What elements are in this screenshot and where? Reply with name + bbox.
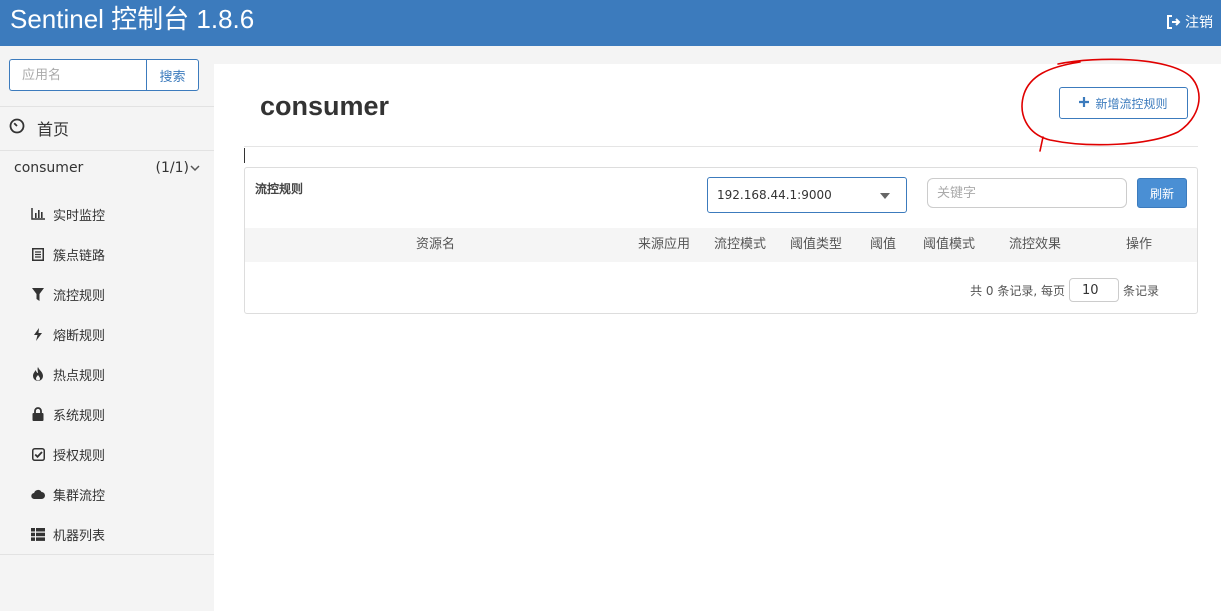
sidebar-item-cluster-flow[interactable]: 集群流控: [31, 484, 105, 504]
panel-title: 流控规则: [255, 182, 304, 196]
sidebar-item-label: 机器列表: [53, 528, 106, 544]
sidebar-divider: [0, 106, 214, 107]
fire-icon: [31, 367, 45, 381]
app-machine-count: (1/1): [155, 160, 189, 176]
chevron-down-icon: [190, 160, 200, 176]
plus-icon: [1079, 96, 1090, 110]
refresh-button[interactable]: 刷新: [1137, 178, 1187, 208]
sidebar-item-hotspot-rules[interactable]: 热点规则: [31, 364, 105, 384]
app-name: consumer: [14, 160, 84, 176]
logout-label: 注销: [1185, 15, 1213, 31]
home-label: 首页: [37, 120, 70, 139]
page-size-input[interactable]: [1068, 278, 1119, 302]
column-header[interactable]: 阈值类型: [790, 228, 842, 262]
sidebar-item-machine-list[interactable]: 机器列表: [31, 524, 105, 544]
sidebar-item-home[interactable]: 首页: [9, 116, 69, 140]
text-cursor: [244, 148, 245, 163]
pagination: 共 0 条记录, 每页 条记录: [970, 278, 1159, 302]
keyword-search-input[interactable]: [927, 178, 1127, 208]
column-header[interactable]: 来源应用: [638, 228, 690, 262]
flash-icon: [31, 327, 45, 341]
search-button[interactable]: 搜索: [146, 59, 199, 91]
sidebar-item-label: 热点规则: [53, 368, 106, 384]
column-header[interactable]: 阈值模式: [923, 228, 975, 262]
sidebar-item-label: 熔断规则: [53, 328, 106, 344]
title-divider: [244, 146, 1198, 147]
app-search: 搜索: [9, 59, 199, 91]
th-list-icon: [31, 527, 45, 541]
page-title: consumer: [260, 91, 390, 121]
app-search-input[interactable]: [9, 59, 146, 91]
check-square-icon: [31, 447, 45, 461]
sidebar-app-consumer[interactable]: consumer (1/1): [14, 160, 200, 176]
top-navbar: Sentinel 控制台 1.8.6 注销: [0, 0, 1221, 46]
sidebar-item-label: 授权规则: [53, 448, 106, 464]
caret-down-icon: [880, 193, 890, 199]
column-header[interactable]: 资源名: [416, 228, 455, 262]
column-header[interactable]: 流控模式: [714, 228, 766, 262]
sidebar-item-flow-rules[interactable]: 流控规则: [31, 284, 105, 304]
sidebar-item-cluster-point[interactable]: 簇点链路: [31, 244, 105, 264]
sidebar-item-label: 系统规则: [53, 408, 106, 424]
sidebar-item-degrade-rules[interactable]: 熔断规则: [31, 324, 105, 344]
flow-rules-panel: 流控规则 192.168.44.1:9000 刷新 资源名 来源应用 流控模式 …: [244, 167, 1198, 314]
main-content: consumer 新增流控规则 流控规则 192.168.44.1:9000 刷…: [214, 64, 1221, 611]
sidebar-item-authority-rules[interactable]: 授权规则: [31, 444, 105, 464]
machine-select[interactable]: 192.168.44.1:9000: [707, 177, 907, 213]
cloud-icon: [31, 487, 45, 501]
pager-total-text: 共 0 条记录, 每页: [970, 283, 1065, 298]
sidebar: 搜索 首页 consumer (1/1) 实时监控 簇点链路 流控规则 熔断规则…: [0, 46, 214, 611]
filter-icon: [31, 287, 45, 301]
column-header[interactable]: 阈值: [870, 228, 896, 262]
logout-icon: [1166, 15, 1182, 29]
sidebar-item-label: 实时监控: [53, 208, 106, 224]
column-header[interactable]: 流控效果: [1009, 228, 1061, 262]
sidebar-item-label: 簇点链路: [53, 248, 106, 264]
pager-suffix-text: 条记录: [1122, 283, 1159, 298]
list-icon: [31, 247, 45, 261]
logout-link[interactable]: 注销: [1166, 12, 1213, 32]
dashboard-icon: [9, 118, 25, 138]
rules-table-header: 资源名 来源应用 流控模式 阈值类型 阈值 阈值模式 流控效果 操作: [245, 228, 1197, 262]
sidebar-item-label: 集群流控: [53, 488, 106, 504]
bar-chart-icon: [31, 207, 45, 221]
sidebar-divider: [0, 554, 214, 555]
add-flow-rule-button[interactable]: 新增流控规则: [1059, 87, 1188, 119]
app-title: Sentinel 控制台 1.8.6: [10, 4, 255, 34]
machine-select-value: 192.168.44.1:9000: [717, 188, 832, 202]
lock-icon: [31, 407, 45, 421]
sidebar-item-system-rules[interactable]: 系统规则: [31, 404, 105, 424]
column-header: 操作: [1126, 237, 1153, 252]
sidebar-item-label: 流控规则: [53, 288, 106, 304]
sidebar-item-realtime-monitor[interactable]: 实时监控: [31, 204, 105, 224]
sidebar-divider: [0, 150, 214, 151]
add-button-label: 新增流控规则: [1095, 96, 1168, 111]
